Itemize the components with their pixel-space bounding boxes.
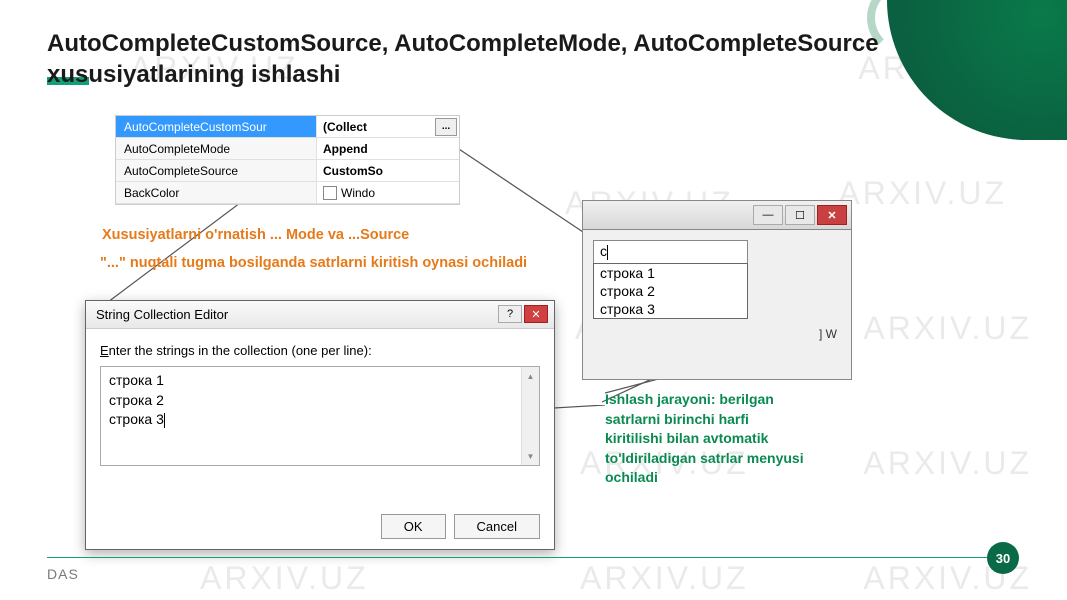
property-name: AutoCompleteMode	[116, 142, 316, 156]
vertical-scrollbar[interactable]: ▲ ▼	[521, 367, 539, 465]
watermark: ARXIV.UZ	[200, 560, 369, 597]
property-value[interactable]: CustomSo	[316, 160, 459, 181]
watermark: ARXIV.UZ	[863, 310, 1032, 347]
close-icon[interactable]: ✕	[817, 205, 847, 225]
text-line: строка 2	[109, 391, 531, 411]
page-number-badge: 30	[987, 542, 1019, 574]
dialog-title: String Collection Editor	[96, 307, 228, 322]
window-titlebar: — ☐ ✕	[582, 200, 852, 230]
cancel-button[interactable]: Cancel	[454, 514, 540, 539]
property-name: AutoCompleteSource	[116, 164, 316, 178]
footer-rule	[47, 557, 997, 558]
footer-label: DAS	[47, 566, 79, 582]
scroll-up-icon[interactable]: ▲	[522, 367, 539, 385]
property-name: BackColor	[116, 186, 316, 200]
color-swatch-icon	[323, 186, 337, 200]
watermark: ARXIV.UZ	[580, 560, 749, 597]
watermark: ARXIV.UZ	[863, 445, 1032, 482]
ellipsis-button[interactable]: ...	[435, 118, 457, 136]
text-cursor	[607, 245, 608, 260]
property-row-backcolor[interactable]: BackColor Windo	[116, 182, 459, 204]
autocomplete-dropdown[interactable]: строка 1 строка 2 строка 3	[593, 263, 748, 319]
autocomplete-input[interactable]: с	[593, 240, 748, 264]
property-value[interactable]: (Collect ...	[316, 116, 459, 137]
dialog-instruction: Enter the strings in the collection (one…	[86, 329, 554, 366]
text-line: строка 1	[109, 371, 531, 391]
runtime-window: — ☐ ✕ с строка 1 строка 2 строка 3 ] W	[582, 200, 852, 380]
window-body: с строка 1 строка 2 строка 3 ] W	[582, 230, 852, 380]
annotation-ellipsis-button: "..." nuqtali tugma bosilganda satrlarni…	[100, 253, 530, 275]
dropdown-item[interactable]: строка 2	[594, 282, 747, 300]
text-cursor	[164, 413, 165, 428]
minimize-icon[interactable]: —	[753, 205, 783, 225]
ok-button[interactable]: OK	[381, 514, 446, 539]
text-line: строка 3	[109, 410, 531, 430]
property-row-autocomplete-mode[interactable]: AutoCompleteMode Append	[116, 138, 459, 160]
help-icon[interactable]: ?	[498, 305, 522, 323]
property-row-autocomplete-customsource[interactable]: AutoCompleteCustomSour (Collect ...	[116, 116, 459, 138]
annotation-set-properties: Xususiyatlarni o'rnatish ... Mode va ...…	[102, 225, 409, 247]
maximize-icon[interactable]: ☐	[785, 205, 815, 225]
property-row-autocomplete-source[interactable]: AutoCompleteSource CustomSo	[116, 160, 459, 182]
dropdown-item[interactable]: строка 1	[594, 264, 747, 282]
property-value[interactable]: Windo	[316, 182, 459, 203]
dropdown-item[interactable]: строка 3	[594, 300, 747, 318]
scroll-down-icon[interactable]: ▼	[522, 447, 539, 465]
property-name: AutoCompleteCustomSour	[116, 120, 316, 134]
close-icon[interactable]: ✕	[524, 305, 548, 323]
strings-textarea[interactable]: строка 1 строка 2 строка 3 ▲ ▼	[100, 366, 540, 466]
status-fragment: ] W	[593, 327, 841, 341]
property-value[interactable]: Append	[316, 138, 459, 159]
watermark: ARXIV.UZ	[838, 175, 1007, 212]
string-collection-editor-dialog: String Collection Editor ? ✕ Enter the s…	[85, 300, 555, 550]
dialog-titlebar: String Collection Editor ? ✕	[86, 301, 554, 329]
annotation-runtime-behavior: Ishlash jarayoni: berilgan satrlarni bir…	[605, 390, 805, 488]
property-grid: AutoCompleteCustomSour (Collect ... Auto…	[115, 115, 460, 205]
slide-title: AutoCompleteCustomSource, AutoCompleteMo…	[47, 28, 947, 90]
